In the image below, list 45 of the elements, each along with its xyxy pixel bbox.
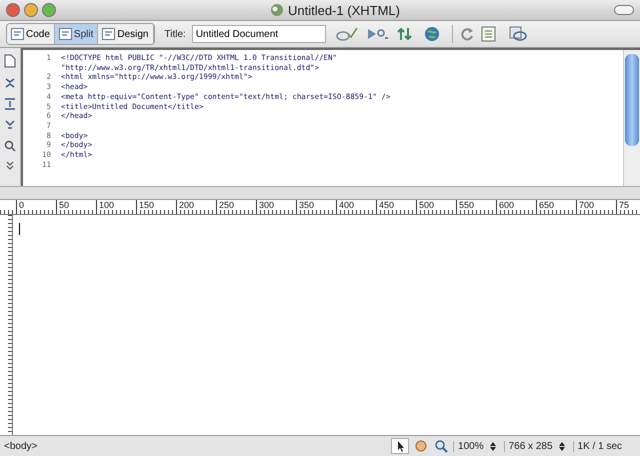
ruler-label: 0: [16, 200, 56, 214]
file-icon[interactable]: [4, 54, 16, 68]
document-icon: [270, 3, 284, 17]
text-cursor: [19, 223, 20, 235]
ruler-label: 250: [216, 200, 256, 214]
ruler-label: 600: [496, 200, 536, 214]
ruler-label: 450: [376, 200, 416, 214]
ruler-label: 100: [96, 200, 136, 214]
ruler-label: 75: [616, 200, 640, 214]
scroll-bar[interactable]: [623, 50, 640, 186]
magnifier-icon[interactable]: [4, 140, 16, 152]
title-label: Title:: [164, 28, 186, 40]
check-icon[interactable]: [336, 26, 360, 42]
minimize-button[interactable]: [24, 3, 38, 17]
code-editor[interactable]: [21, 48, 640, 186]
ruler-label: 400: [336, 200, 376, 214]
more-icon[interactable]: [5, 161, 15, 171]
title-field[interactable]: Untitled Document: [192, 25, 326, 43]
ruler-label: 350: [296, 200, 336, 214]
ruler-label: 200: [176, 200, 216, 214]
view-icon: [102, 28, 116, 40]
refresh-icon[interactable]: [458, 26, 475, 42]
zoom-button[interactable]: [42, 3, 56, 17]
zoom-select[interactable]: 100%: [453, 440, 500, 452]
pointer-tool-icon[interactable]: [391, 438, 410, 454]
window-size-select[interactable]: 766 x 285: [504, 440, 569, 452]
view-icon: [58, 28, 72, 40]
window-title: Untitled-1 (XHTML): [288, 2, 400, 18]
download-time: 1K / 1 sec: [572, 440, 636, 452]
zoom-tool-icon[interactable]: [433, 439, 450, 453]
ruler-label: 550: [456, 200, 496, 214]
ruler-label: 500: [416, 200, 456, 214]
stepper-icon: [490, 442, 496, 450]
toolbar-toggle-button[interactable]: [614, 5, 634, 15]
view-button[interactable]: Split: [54, 24, 98, 44]
ruler-label: 300: [256, 200, 296, 214]
tag-selector[interactable]: <body>: [4, 440, 38, 452]
stepper-icon: [558, 442, 565, 450]
ruler-label: 700: [576, 200, 616, 214]
ruler-label: 650: [536, 200, 576, 214]
ruler-label: 50: [56, 200, 96, 214]
view-icon: [11, 28, 24, 40]
ruler-label: 150: [136, 200, 176, 214]
view-button[interactable]: Code: [7, 24, 55, 44]
close-button[interactable]: [6, 3, 20, 17]
